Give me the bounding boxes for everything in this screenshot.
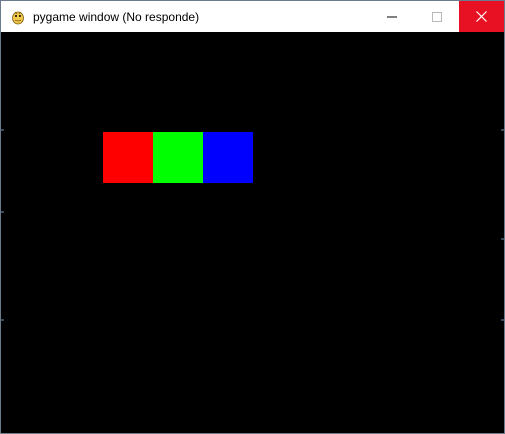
game-canvas[interactable] [1,32,504,433]
pygame-snake-icon [12,11,24,24]
edge-tick [501,238,504,240]
minimize-button[interactable] [369,1,414,32]
edge-tick [501,319,504,321]
maximize-icon [431,11,442,22]
close-button[interactable] [459,1,504,32]
window-title: pygame window (No responde) [33,9,200,24]
edge-tick [1,319,4,321]
green-block [153,132,203,183]
edge-tick [501,129,504,131]
title-bar[interactable]: pygame window (No responde) [1,1,504,32]
red-block [103,132,153,183]
edge-tick [1,211,4,213]
minimize-icon [386,16,397,17]
pygame-window: pygame window (No responde) [0,0,505,434]
maximize-button[interactable] [414,1,459,32]
blue-block [203,132,253,183]
close-icon [476,11,487,22]
edge-tick [1,129,4,131]
window-controls [369,1,504,32]
